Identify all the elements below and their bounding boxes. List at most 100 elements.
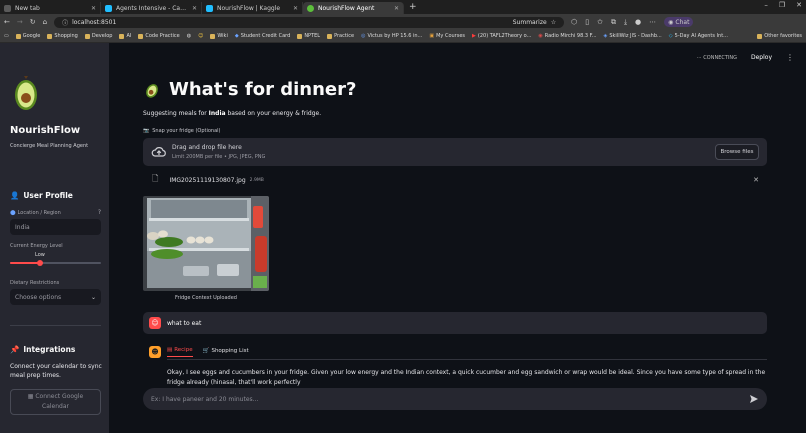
cloud-upload-icon: [151, 147, 166, 157]
energy-label: Current Energy Level: [10, 243, 63, 249]
bookmark-youtube[interactable]: ▶ (20) TAFL2Theory o...: [472, 33, 531, 39]
summarize-button[interactable]: Summarize: [513, 19, 547, 26]
folder-icon: [84, 33, 90, 39]
bookmark-wiki[interactable]: Wiki: [210, 33, 228, 39]
button-label: Connect Google Calendar: [35, 393, 84, 410]
dietary-select[interactable]: Choose options ⌄: [10, 289, 101, 305]
bookmark-develop[interactable]: Develop: [84, 33, 112, 39]
extensions-icon[interactable]: ⬡: [571, 18, 577, 26]
chat-input[interactable]: Ex: I have paneer and 20 minutes...: [143, 388, 767, 410]
tab-close-icon[interactable]: ✕: [394, 5, 399, 12]
tab-label: Recipe: [174, 347, 193, 353]
browser-tab-kaggle[interactable]: NourishFlow | Kaggle ✕: [202, 2, 303, 14]
bookmark-my-courses[interactable]: ▣ My Courses: [429, 33, 465, 39]
course-icon: ▣: [429, 33, 435, 39]
bookmark-nptel[interactable]: NPTEL: [297, 33, 320, 39]
favorites-icon[interactable]: ✩: [597, 18, 603, 26]
maximize-icon[interactable]: ❐: [779, 1, 785, 9]
file-dropzone[interactable]: Drag and drop file here Limit 200MB per …: [143, 138, 767, 166]
upload-label: 📷 Snap your fridge (Optional): [143, 128, 221, 134]
browse-files-button[interactable]: Browse files: [715, 144, 759, 160]
browser-tab-nourishflow[interactable]: NourishFlow Agent ✕: [303, 2, 404, 14]
browser-tab-new-tab[interactable]: New tab ✕: [0, 2, 101, 14]
url-field[interactable]: ⓘ localhost:8501 Summarize ☆: [54, 16, 565, 28]
tab-shopping-list[interactable]: 🛒 Shopping List: [203, 347, 249, 357]
back-arrow-icon[interactable]: ←: [4, 18, 10, 26]
energy-slider-handle[interactable]: [37, 260, 44, 266]
collections-icon[interactable]: ⧉: [611, 18, 616, 27]
window-controls: – ❐ ✕: [764, 1, 802, 9]
toolbar-icons: ⬡ ▯ ✩ ⧉ ⤓ ● ⋯ ◉ Chat: [571, 17, 694, 27]
remove-file-icon[interactable]: ✕: [753, 176, 759, 184]
downloads-icon[interactable]: ⤓: [624, 18, 627, 27]
bookmark-student-credit-card[interactable]: ◆ Student Credit Card: [235, 33, 290, 39]
bookmark-skillwiz[interactable]: ◈ SkillWiz JIS - Dashb...: [604, 33, 662, 39]
bookmark-github[interactable]: ◍: [187, 33, 191, 39]
copilot-chat-button[interactable]: ◉ Chat: [664, 17, 694, 27]
home-icon[interactable]: ⌂: [43, 18, 47, 26]
image-caption: Fridge Context Uploaded: [175, 295, 237, 301]
tab-close-icon[interactable]: ✕: [293, 5, 298, 12]
bookmark-label: My Courses: [436, 33, 466, 39]
site-info-icon[interactable]: ⓘ: [62, 18, 68, 27]
avocado-favicon-icon: [307, 4, 314, 12]
bookmark-google[interactable]: Google: [15, 33, 40, 39]
location-value: India: [15, 223, 30, 231]
user-profile-heading: 👤 User Profile: [10, 191, 73, 200]
github-icon: ◍: [186, 33, 192, 39]
favorite-star-icon[interactable]: ☆: [551, 19, 556, 26]
tab-close-icon[interactable]: ✕: [192, 5, 197, 12]
status-text: CONNECTING: [703, 54, 737, 61]
bookmark-other-favorites[interactable]: Other favorites: [757, 33, 802, 39]
help-icon[interactable]: ?: [98, 209, 101, 216]
fridge-photo: [143, 196, 269, 291]
close-window-icon[interactable]: ✕: [796, 1, 802, 9]
bookmark-code-practice[interactable]: Code Practice: [138, 33, 180, 39]
app-title: NourishFlow: [10, 125, 81, 136]
energy-slider[interactable]: [10, 260, 101, 266]
bookmark-victus[interactable]: ◎ Victus by HP 15.6 in...: [361, 33, 422, 39]
forward-arrow-icon[interactable]: →: [17, 18, 23, 26]
main-menu-icon[interactable]: ⋮: [786, 53, 794, 62]
kaggle-favicon-icon: [206, 4, 213, 12]
bookmark-ai[interactable]: AI: [119, 33, 131, 39]
subtitle-region: India: [208, 110, 226, 117]
bookmark-shopping[interactable]: Shopping: [47, 33, 78, 39]
bookmarks-folder-icon[interactable]: ▭: [4, 33, 9, 39]
location-label: ⬤ Location / Region ?: [10, 209, 101, 216]
tab-recipe[interactable]: ▤ Recipe: [167, 347, 193, 357]
label-text: Snap your fridge (Optional): [152, 128, 221, 134]
bookmark-radio-mirchi[interactable]: ◉ Radio Mirchi 98.3 F...: [538, 33, 596, 39]
tab-label: Agents Intensive - Capstone Proj: [116, 4, 189, 12]
minimize-icon[interactable]: –: [764, 1, 768, 9]
address-bar-row: ← → ↻ ⌂ ⓘ localhost:8501 Summarize ☆ ⬡ ▯…: [0, 14, 806, 30]
tab-favicon-icon: [4, 4, 11, 12]
subtitle-suffix: based on your energy & fridge.: [225, 110, 322, 117]
bookmark-label: Radio Mirchi 98.3 F...: [544, 33, 597, 39]
bookmark-label: Student Credit Card: [240, 33, 291, 39]
bookmark-smile[interactable]: ☺: [198, 33, 203, 39]
radio-icon: ◉: [538, 33, 543, 39]
subtitle-prefix: Suggesting meals for: [143, 110, 209, 117]
connection-status: ⋯ CONNECTING: [697, 55, 737, 61]
folder-icon: [119, 33, 125, 39]
deploy-button[interactable]: Deploy: [751, 54, 772, 61]
location-input[interactable]: India: [10, 219, 101, 235]
bookmark-agents-intensive[interactable]: ◇ 5-Day AI Agents Int...: [669, 33, 728, 39]
file-name: IMG20251119130807.jpg: [169, 176, 246, 184]
send-icon[interactable]: [749, 394, 759, 404]
browser-tab-capstone[interactable]: Agents Intensive - Capstone Proj ✕: [101, 2, 202, 14]
profile-avatar-icon[interactable]: ●: [635, 18, 641, 26]
skillwiz-icon: ◈: [603, 33, 608, 39]
page-title: What's for dinner?: [143, 79, 356, 100]
more-menu-icon[interactable]: ⋯: [649, 18, 656, 26]
tab-close-icon[interactable]: ✕: [91, 5, 96, 12]
connect-google-calendar-button[interactable]: ▦ Connect Google Calendar: [10, 389, 101, 415]
bookmark-label: Other favorites: [764, 33, 802, 39]
refresh-icon[interactable]: ↻: [30, 18, 36, 26]
new-tab-plus-icon[interactable]: +: [409, 2, 417, 12]
user-icon: 👤: [10, 191, 20, 200]
bookmark-practice[interactable]: Practice: [327, 33, 354, 39]
split-screen-icon[interactable]: ▯: [585, 18, 589, 26]
browser-tabbar: New tab ✕ Agents Intensive - Capstone Pr…: [0, 0, 806, 14]
